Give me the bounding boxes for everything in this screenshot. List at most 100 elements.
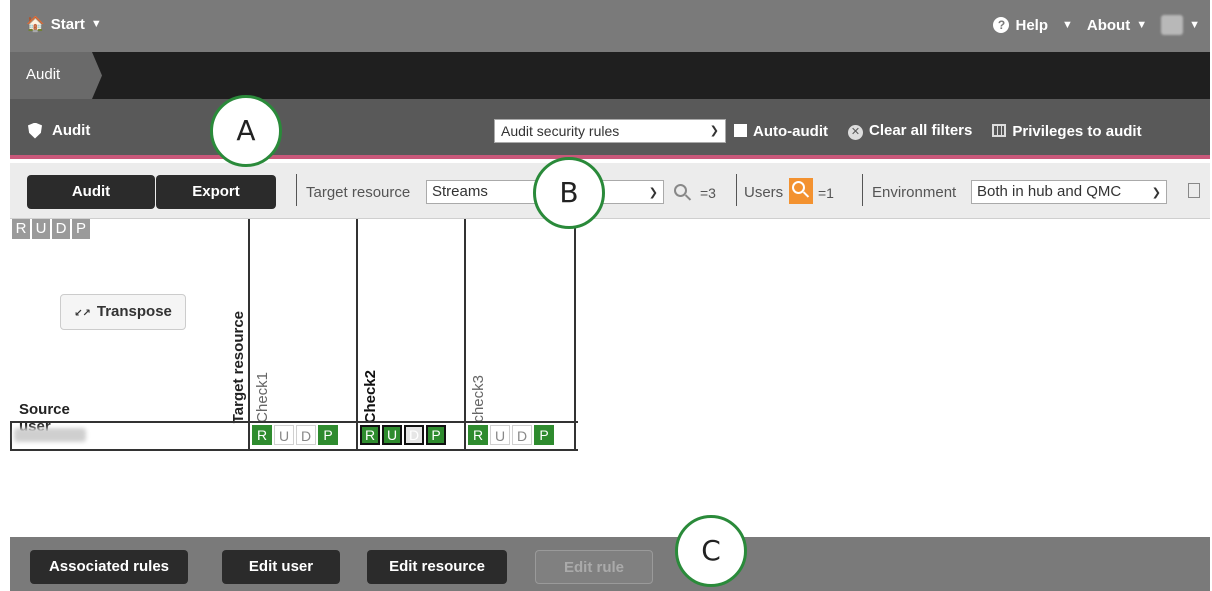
source-user-name[interactable] — [14, 428, 86, 442]
chevron-down-icon: ❯ — [709, 125, 719, 137]
column-label: check3 — [470, 375, 487, 423]
top-navigation-bar: 🏠 Start ▼ ? Help ▼ About ▼ ▼ — [10, 0, 1210, 52]
divider — [356, 219, 358, 451]
audit-toolbar: Audit Export Target resource Streams ❯ =… — [10, 163, 1210, 219]
users-count: =1 — [818, 185, 834, 201]
privilege-cells-check1: R U D P — [252, 425, 338, 445]
expand-arrows-icon: ↙↗ — [74, 308, 91, 319]
divider — [736, 174, 737, 206]
divider — [10, 421, 12, 451]
privilege-cell-read[interactable]: R — [360, 425, 380, 445]
target-count: =3 — [700, 185, 716, 201]
auto-audit-label: Auto-audit — [753, 122, 828, 140]
edit-rule-button[interactable]: Edit rule — [535, 550, 653, 584]
divider — [296, 174, 297, 206]
export-button[interactable]: Export — [156, 175, 276, 209]
caret-down-icon: ▼ — [90, 18, 102, 30]
divider — [10, 421, 578, 423]
privilege-cell-read[interactable]: R — [468, 425, 488, 445]
help-label: Help — [1015, 16, 1048, 34]
audit-mode-select[interactable]: Audit security rules ❯ — [494, 119, 726, 143]
page-title: Audit — [28, 122, 90, 139]
avatar — [1161, 15, 1184, 35]
about-label: About — [1086, 16, 1131, 34]
transpose-label: Transpose — [96, 303, 172, 320]
privilege-cell-delete[interactable]: D — [404, 425, 424, 445]
bottom-action-bar: Associated rules Edit user Edit resource… — [10, 537, 1210, 591]
column-header-check1[interactable]: Check1 — [252, 349, 274, 423]
help-menu[interactable]: ? Help — [993, 17, 1048, 34]
legend-publish[interactable]: P — [72, 219, 90, 239]
environment-select[interactable]: Both in hub and QMC ❯ — [971, 180, 1167, 204]
privilege-cell-delete[interactable]: D — [512, 425, 532, 445]
audit-header-bar: Audit Audit security rules ❯ Auto-audit … — [10, 99, 1210, 159]
target-resource-label: Target resource — [306, 184, 411, 201]
search-icon — [792, 181, 805, 194]
privileges-label: Privileges to audit — [1012, 122, 1142, 140]
checkbox[interactable] — [734, 123, 747, 137]
target-resource-header: Target resource — [228, 297, 250, 423]
shield-icon — [28, 122, 42, 139]
privilege-cells-check3: R U D P — [468, 425, 554, 445]
transpose-button[interactable]: ↙↗ Transpose — [60, 294, 186, 330]
divider — [464, 219, 466, 451]
privilege-cells-check2: R U D P — [360, 425, 446, 445]
chevron-down-icon: ❯ — [1151, 187, 1161, 199]
users-search-button[interactable] — [789, 178, 813, 204]
users-label: Users — [744, 184, 784, 201]
privilege-cell-update[interactable]: U — [274, 425, 294, 445]
callout-c: C — [675, 515, 747, 587]
privilege-cell-publish[interactable]: P — [318, 425, 338, 445]
start-menu[interactable]: 🏠 Start ▼ — [26, 15, 102, 34]
legend-read[interactable]: R — [12, 219, 30, 239]
divider — [574, 219, 576, 451]
clear-icon: ✕ — [847, 125, 863, 140]
associated-rules-button[interactable]: Associated rules — [30, 550, 188, 584]
target-resource-header-label: Target resource — [230, 310, 247, 423]
legend-update[interactable]: U — [32, 219, 50, 239]
clear-filters-button[interactable]: ✕ Clear all filters — [847, 122, 973, 140]
column-label: Check1 — [254, 372, 271, 423]
column-header-check3[interactable]: check3 — [468, 349, 490, 423]
help-icon: ? — [993, 17, 1010, 33]
auto-audit-toggle[interactable]: Auto-audit — [734, 123, 828, 140]
privilege-cell-update[interactable]: U — [382, 425, 402, 445]
chevron-down-icon: ❯ — [648, 187, 658, 199]
edit-user-button[interactable]: Edit user — [222, 550, 340, 584]
breadcrumb: Audit — [10, 52, 1210, 99]
environment-value: Both in hub and QMC — [977, 183, 1122, 200]
callout-a: A — [210, 95, 282, 167]
search-icon[interactable] — [674, 184, 687, 197]
page-title-label: Audit — [52, 122, 91, 139]
clear-filters-label: Clear all filters — [868, 122, 973, 139]
privilege-cell-read[interactable]: R — [252, 425, 272, 445]
start-label: Start — [50, 15, 85, 33]
export-file-icon[interactable] — [1188, 183, 1200, 198]
privilege-cell-delete[interactable]: D — [296, 425, 316, 445]
target-resource-value: Streams — [432, 183, 488, 200]
privilege-cell-update[interactable]: U — [490, 425, 510, 445]
table-icon — [992, 123, 1007, 137]
breadcrumb-item-audit[interactable]: Audit — [10, 52, 102, 99]
rudp-legend: R U D P — [12, 219, 90, 239]
about-menu[interactable]: About ▼ — [1087, 17, 1147, 34]
divider — [248, 219, 250, 451]
caret-down-icon[interactable]: ▼ — [1062, 19, 1073, 31]
audit-button[interactable]: Audit — [27, 175, 155, 209]
environment-label: Environment — [872, 184, 957, 201]
caret-down-icon: ▼ — [1189, 19, 1200, 31]
column-label: Check2 — [362, 369, 379, 423]
privileges-to-audit-button[interactable]: Privileges to audit — [992, 122, 1142, 140]
caret-down-icon: ▼ — [1136, 19, 1148, 31]
home-icon: 🏠 — [26, 16, 45, 33]
privilege-cell-publish[interactable]: P — [426, 425, 446, 445]
audit-mode-value: Audit security rules — [501, 123, 620, 139]
callout-b: B — [533, 157, 605, 229]
divider — [10, 449, 578, 451]
edit-resource-button[interactable]: Edit resource — [367, 550, 507, 584]
divider — [862, 174, 863, 206]
privilege-cell-publish[interactable]: P — [534, 425, 554, 445]
user-menu[interactable]: ▼ — [1161, 15, 1200, 35]
legend-delete[interactable]: D — [52, 219, 70, 239]
column-header-check2[interactable]: Check2 — [360, 349, 382, 423]
